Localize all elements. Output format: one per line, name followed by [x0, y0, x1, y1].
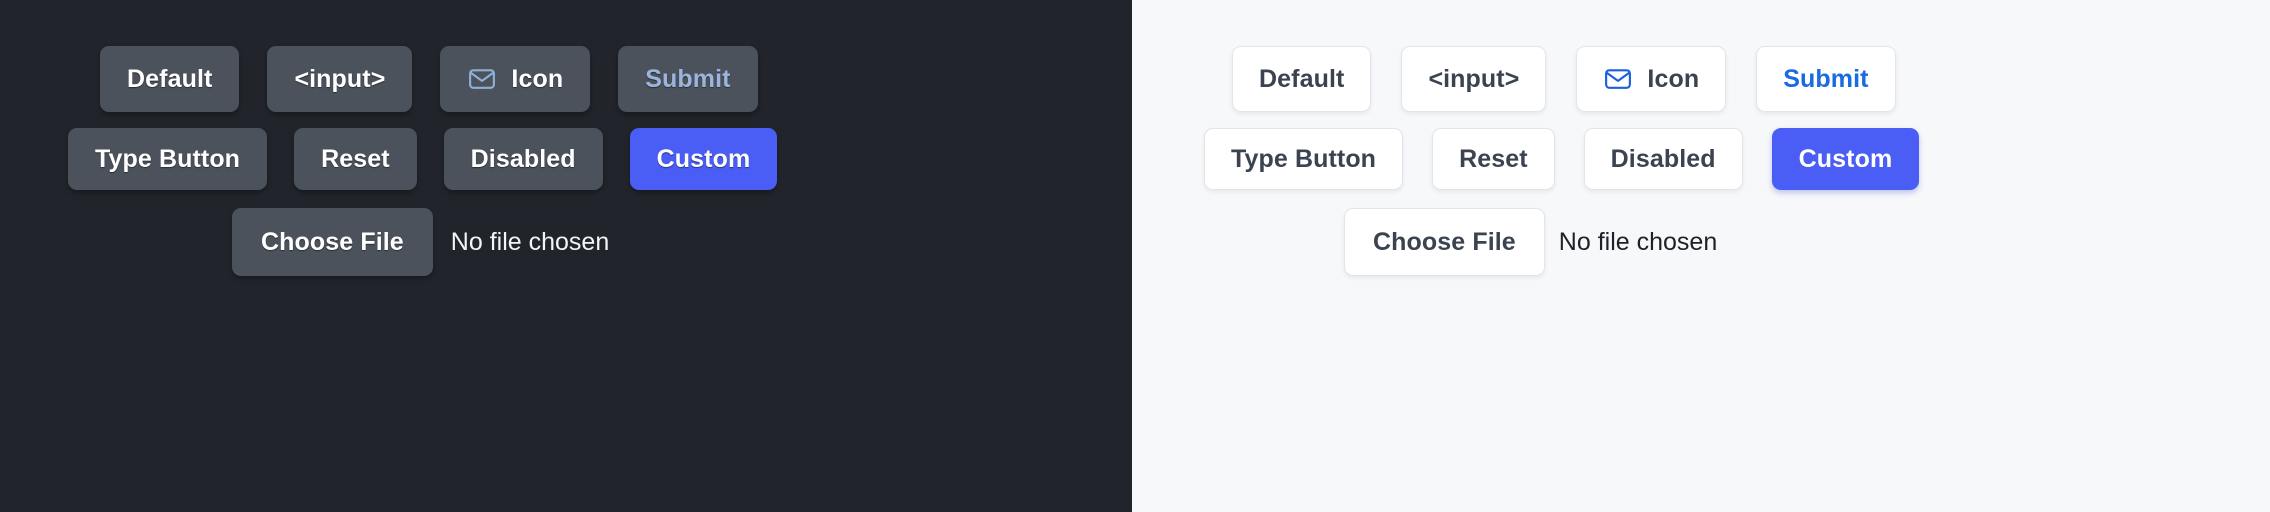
- default-button-label: Default: [127, 64, 213, 93]
- choose-file-button-label: Choose File: [261, 227, 404, 256]
- custom-button[interactable]: Custom: [1771, 128, 1920, 190]
- dark-theme-panel: Default <input> Icon Submit Type Button …: [0, 0, 1132, 512]
- reset-button[interactable]: Reset: [294, 128, 417, 190]
- submit-button-label: Submit: [645, 64, 731, 93]
- button-showcase: Default <input> Icon Submit Type Button …: [0, 0, 2270, 512]
- input-button[interactable]: <input>: [267, 46, 413, 112]
- button-row-primary: Default <input> Icon Submit: [0, 46, 1132, 112]
- custom-button-label: Custom: [1798, 144, 1893, 173]
- icon-button-label: Icon: [1647, 64, 1700, 93]
- icon-button[interactable]: Icon: [1576, 46, 1727, 112]
- disabled-button[interactable]: Disabled: [1583, 128, 1743, 190]
- type-button-label: Type Button: [95, 144, 241, 173]
- default-button-label: Default: [1259, 64, 1345, 93]
- input-button[interactable]: <input>: [1401, 46, 1547, 112]
- reset-button[interactable]: Reset: [1432, 128, 1555, 190]
- submit-button[interactable]: Submit: [618, 46, 758, 112]
- reset-button-label: Reset: [321, 144, 390, 173]
- file-input-row: Choose File No file chosen: [0, 208, 1132, 276]
- button-row-secondary: Type Button Reset Disabled Custom: [1132, 128, 2270, 190]
- light-theme-panel: Default <input> Icon Submit Type Button …: [1132, 0, 2270, 512]
- input-button-label: <input>: [1428, 64, 1520, 93]
- input-button-label: <input>: [294, 64, 386, 93]
- button-row-primary: Default <input> Icon Submit: [1132, 46, 2270, 112]
- type-button[interactable]: Type Button: [68, 128, 268, 190]
- file-status-text: No file chosen: [450, 227, 610, 256]
- default-button[interactable]: Default: [100, 46, 240, 112]
- type-button[interactable]: Type Button: [1204, 128, 1404, 190]
- type-button-label: Type Button: [1231, 144, 1377, 173]
- button-row-secondary: Type Button Reset Disabled Custom: [0, 128, 1132, 190]
- icon-button-label: Icon: [511, 64, 564, 93]
- choose-file-button[interactable]: Choose File: [1344, 208, 1545, 276]
- choose-file-button[interactable]: Choose File: [232, 208, 433, 276]
- choose-file-button-label: Choose File: [1373, 227, 1516, 256]
- mail-icon: [467, 64, 497, 94]
- submit-button-label: Submit: [1783, 64, 1869, 93]
- file-status-text: No file chosen: [1558, 227, 1718, 256]
- disabled-button-label: Disabled: [470, 144, 576, 173]
- mail-icon: [1603, 64, 1633, 94]
- disabled-button-label: Disabled: [1610, 144, 1716, 173]
- custom-button[interactable]: Custom: [629, 128, 778, 190]
- default-button[interactable]: Default: [1232, 46, 1372, 112]
- submit-button[interactable]: Submit: [1756, 46, 1896, 112]
- custom-button-label: Custom: [656, 144, 751, 173]
- icon-button[interactable]: Icon: [440, 46, 591, 112]
- reset-button-label: Reset: [1459, 144, 1528, 173]
- disabled-button[interactable]: Disabled: [443, 128, 603, 190]
- file-input-row: Choose File No file chosen: [1132, 208, 2270, 276]
